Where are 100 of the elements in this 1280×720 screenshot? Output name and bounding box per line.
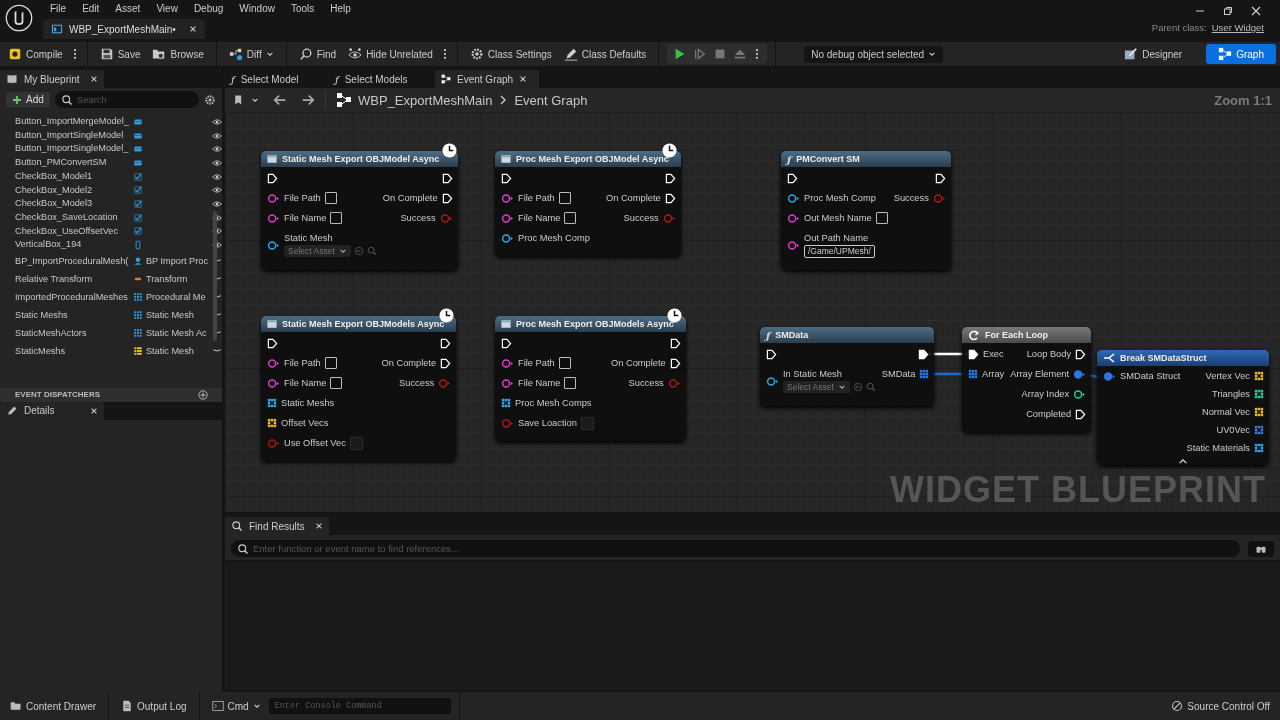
variable-type[interactable]: Static Mesh bbox=[145, 310, 194, 321]
variable-type[interactable]: BP Import Proc bbox=[145, 256, 208, 267]
more-icon[interactable] bbox=[755, 48, 760, 60]
node-header[interactable]: ƒ SMData bbox=[760, 327, 935, 343]
toolbar-button[interactable]: Find bbox=[294, 47, 341, 61]
find-options-button[interactable] bbox=[1248, 540, 1274, 557]
text-field[interactable] bbox=[324, 357, 337, 369]
pin-icon[interactable] bbox=[1103, 370, 1116, 382]
graph-tab[interactable]: Event Graph bbox=[435, 70, 539, 88]
variable-name[interactable]: Relative Transform bbox=[15, 270, 129, 289]
breadcrumb-item[interactable]: Event Graph bbox=[514, 92, 588, 108]
exec-pin-icon[interactable] bbox=[669, 337, 681, 349]
caret-icon[interactable] bbox=[1178, 458, 1188, 465]
menu-item[interactable]: File bbox=[43, 3, 76, 14]
exec-pin-icon[interactable] bbox=[267, 172, 278, 184]
pin-icon[interactable] bbox=[766, 375, 779, 387]
variable-name[interactable]: ImportedProceduralMeshes bbox=[15, 288, 129, 307]
exec-pin-icon[interactable] bbox=[501, 337, 512, 349]
node-header[interactable]: Break SMDataStruct bbox=[1097, 350, 1269, 366]
variable-type[interactable]: Static Mesh Ac bbox=[145, 328, 207, 339]
search-field[interactable]: Search bbox=[54, 91, 199, 108]
menu-item[interactable]: View bbox=[149, 3, 187, 14]
node-header[interactable]: For Each Loop bbox=[962, 327, 1092, 343]
exec-pin-icon[interactable] bbox=[441, 172, 453, 184]
mode-button[interactable]: Designer bbox=[1112, 44, 1195, 64]
exec-pin-icon[interactable] bbox=[664, 192, 676, 204]
panel-tab[interactable]: Find Results bbox=[225, 517, 329, 535]
exec-pin-icon[interactable] bbox=[440, 357, 452, 369]
variable-name[interactable]: VerticalBox_194 bbox=[15, 238, 129, 253]
menu-item[interactable]: Window bbox=[232, 3, 284, 14]
menu-item[interactable]: Help bbox=[323, 3, 360, 14]
array-pin-icon[interactable] bbox=[1254, 389, 1264, 399]
debug-object-dropdown[interactable]: No debug object selected bbox=[804, 45, 944, 63]
eye-icon[interactable] bbox=[212, 130, 222, 141]
restore-icon[interactable] bbox=[1223, 6, 1233, 16]
exec-pin-icon[interactable] bbox=[1075, 348, 1087, 360]
array-pin-icon[interactable] bbox=[1254, 407, 1264, 417]
scrollbar[interactable] bbox=[213, 211, 217, 341]
panel-tab[interactable]: My Blueprint bbox=[0, 70, 104, 88]
pin-icon[interactable] bbox=[1073, 368, 1087, 380]
asset-dropdown[interactable]: Select Asset bbox=[783, 381, 850, 393]
pin-icon[interactable] bbox=[501, 377, 514, 389]
text-field[interactable] bbox=[558, 357, 571, 369]
toolbar-button[interactable]: Class Settings bbox=[465, 47, 556, 61]
variable-type[interactable]: Transform bbox=[145, 274, 188, 285]
array-pin-icon[interactable] bbox=[501, 398, 511, 408]
variable-name[interactable]: CheckBox_Model1 bbox=[15, 169, 129, 184]
pin-icon[interactable] bbox=[787, 239, 800, 251]
search-icon[interactable] bbox=[366, 246, 377, 256]
menu-item[interactable]: Asset bbox=[108, 3, 150, 14]
text-field[interactable] bbox=[330, 212, 343, 224]
graph-node[interactable]: Static Mesh Export OBJModels Async File Path File Name Static Meshs Offset Vecs Use Offset Vec On Complete Success bbox=[261, 316, 457, 461]
console-input[interactable]: Enter Console Command bbox=[268, 698, 451, 714]
graph-node[interactable]: Static Mesh Export OBJModel Async File Path File Name Static Mesh Select Asset On Complete Success bbox=[261, 151, 458, 270]
variable-name[interactable]: Button_ImportSingleModel_ bbox=[15, 142, 129, 157]
exec-pin-icon[interactable] bbox=[669, 357, 681, 369]
exec-pin-icon[interactable] bbox=[787, 172, 798, 184]
text-field[interactable] bbox=[324, 192, 337, 204]
eye-icon[interactable] bbox=[212, 157, 222, 168]
text-field[interactable] bbox=[558, 192, 571, 204]
graph-node[interactable]: ƒ PMConvert SM Proc Mesh Comp Out Mesh Name Out Path Name /Game/UPMesh/ Success bbox=[781, 151, 951, 270]
exec-pin-icon[interactable] bbox=[267, 337, 278, 349]
forward-icon[interactable] bbox=[301, 93, 315, 107]
node-header[interactable]: Static Mesh Export OBJModels Async bbox=[261, 316, 457, 332]
asset-dropdown[interactable]: Select Asset bbox=[284, 245, 351, 257]
graph-node[interactable]: Proc Mesh Export OBJModels Async File Path File Name Proc Mesh Comps Save Loaction On Complete Success bbox=[495, 316, 686, 441]
variable-type[interactable]: Procedural Me bbox=[145, 292, 206, 303]
text-field[interactable] bbox=[875, 212, 888, 224]
menu-item[interactable]: Edit bbox=[75, 3, 109, 14]
step-icon[interactable] bbox=[693, 47, 708, 61]
variable-name[interactable]: Static Meshs bbox=[15, 306, 129, 325]
array-pin-icon[interactable] bbox=[968, 369, 978, 379]
eye-icon[interactable] bbox=[212, 116, 222, 127]
text-field[interactable] bbox=[564, 212, 577, 224]
pin-icon[interactable] bbox=[267, 212, 280, 224]
text-field[interactable]: /Game/UPMesh/ bbox=[804, 244, 875, 258]
array-pin-icon[interactable] bbox=[1254, 443, 1264, 453]
logo-icon[interactable] bbox=[5, 4, 33, 32]
eye-icon[interactable] bbox=[212, 185, 222, 196]
back-icon[interactable] bbox=[273, 93, 287, 107]
pin-icon[interactable] bbox=[501, 232, 514, 244]
graph-node[interactable]: ƒ SMData In Static Mesh Select Asset SMData bbox=[760, 327, 935, 406]
variable-type[interactable]: Static Mesh bbox=[145, 346, 194, 357]
toolbar-button[interactable]: Save bbox=[95, 47, 145, 61]
exec-pin-icon[interactable] bbox=[968, 348, 979, 360]
node-header[interactable]: Proc Mesh Export OBJModels Async bbox=[495, 316, 686, 332]
menu-item[interactable]: Debug bbox=[186, 3, 233, 14]
pin-icon[interactable] bbox=[267, 357, 280, 369]
exec-pin-icon[interactable] bbox=[441, 192, 453, 204]
graph-canvas[interactable] bbox=[225, 112, 1280, 512]
eject-icon[interactable] bbox=[733, 47, 748, 61]
variable-name[interactable]: Button_ImportSingleModel bbox=[15, 128, 129, 143]
pin-icon[interactable] bbox=[267, 239, 280, 251]
more-icon[interactable] bbox=[72, 48, 77, 60]
node-header[interactable]: Static Mesh Export OBJModel Async bbox=[261, 151, 458, 167]
variable-name[interactable]: StaticMeshActors bbox=[15, 324, 129, 343]
array-pin-icon[interactable] bbox=[919, 369, 930, 379]
status-button[interactable]: Output Log bbox=[117, 700, 191, 712]
array-pin-icon[interactable] bbox=[267, 398, 277, 408]
source-control-button[interactable]: Source Control Off bbox=[1167, 700, 1274, 712]
